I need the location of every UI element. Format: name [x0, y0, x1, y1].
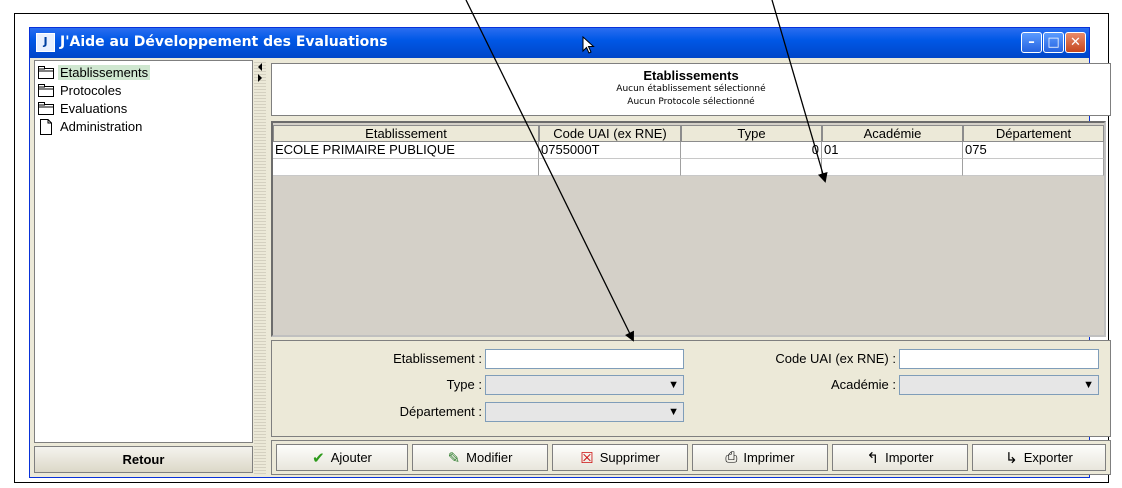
- annotation-arrow-to-form: [465, 0, 634, 342]
- annotation-arrow-to-table: [771, 0, 828, 183]
- annotation-arrows: [465, 0, 828, 342]
